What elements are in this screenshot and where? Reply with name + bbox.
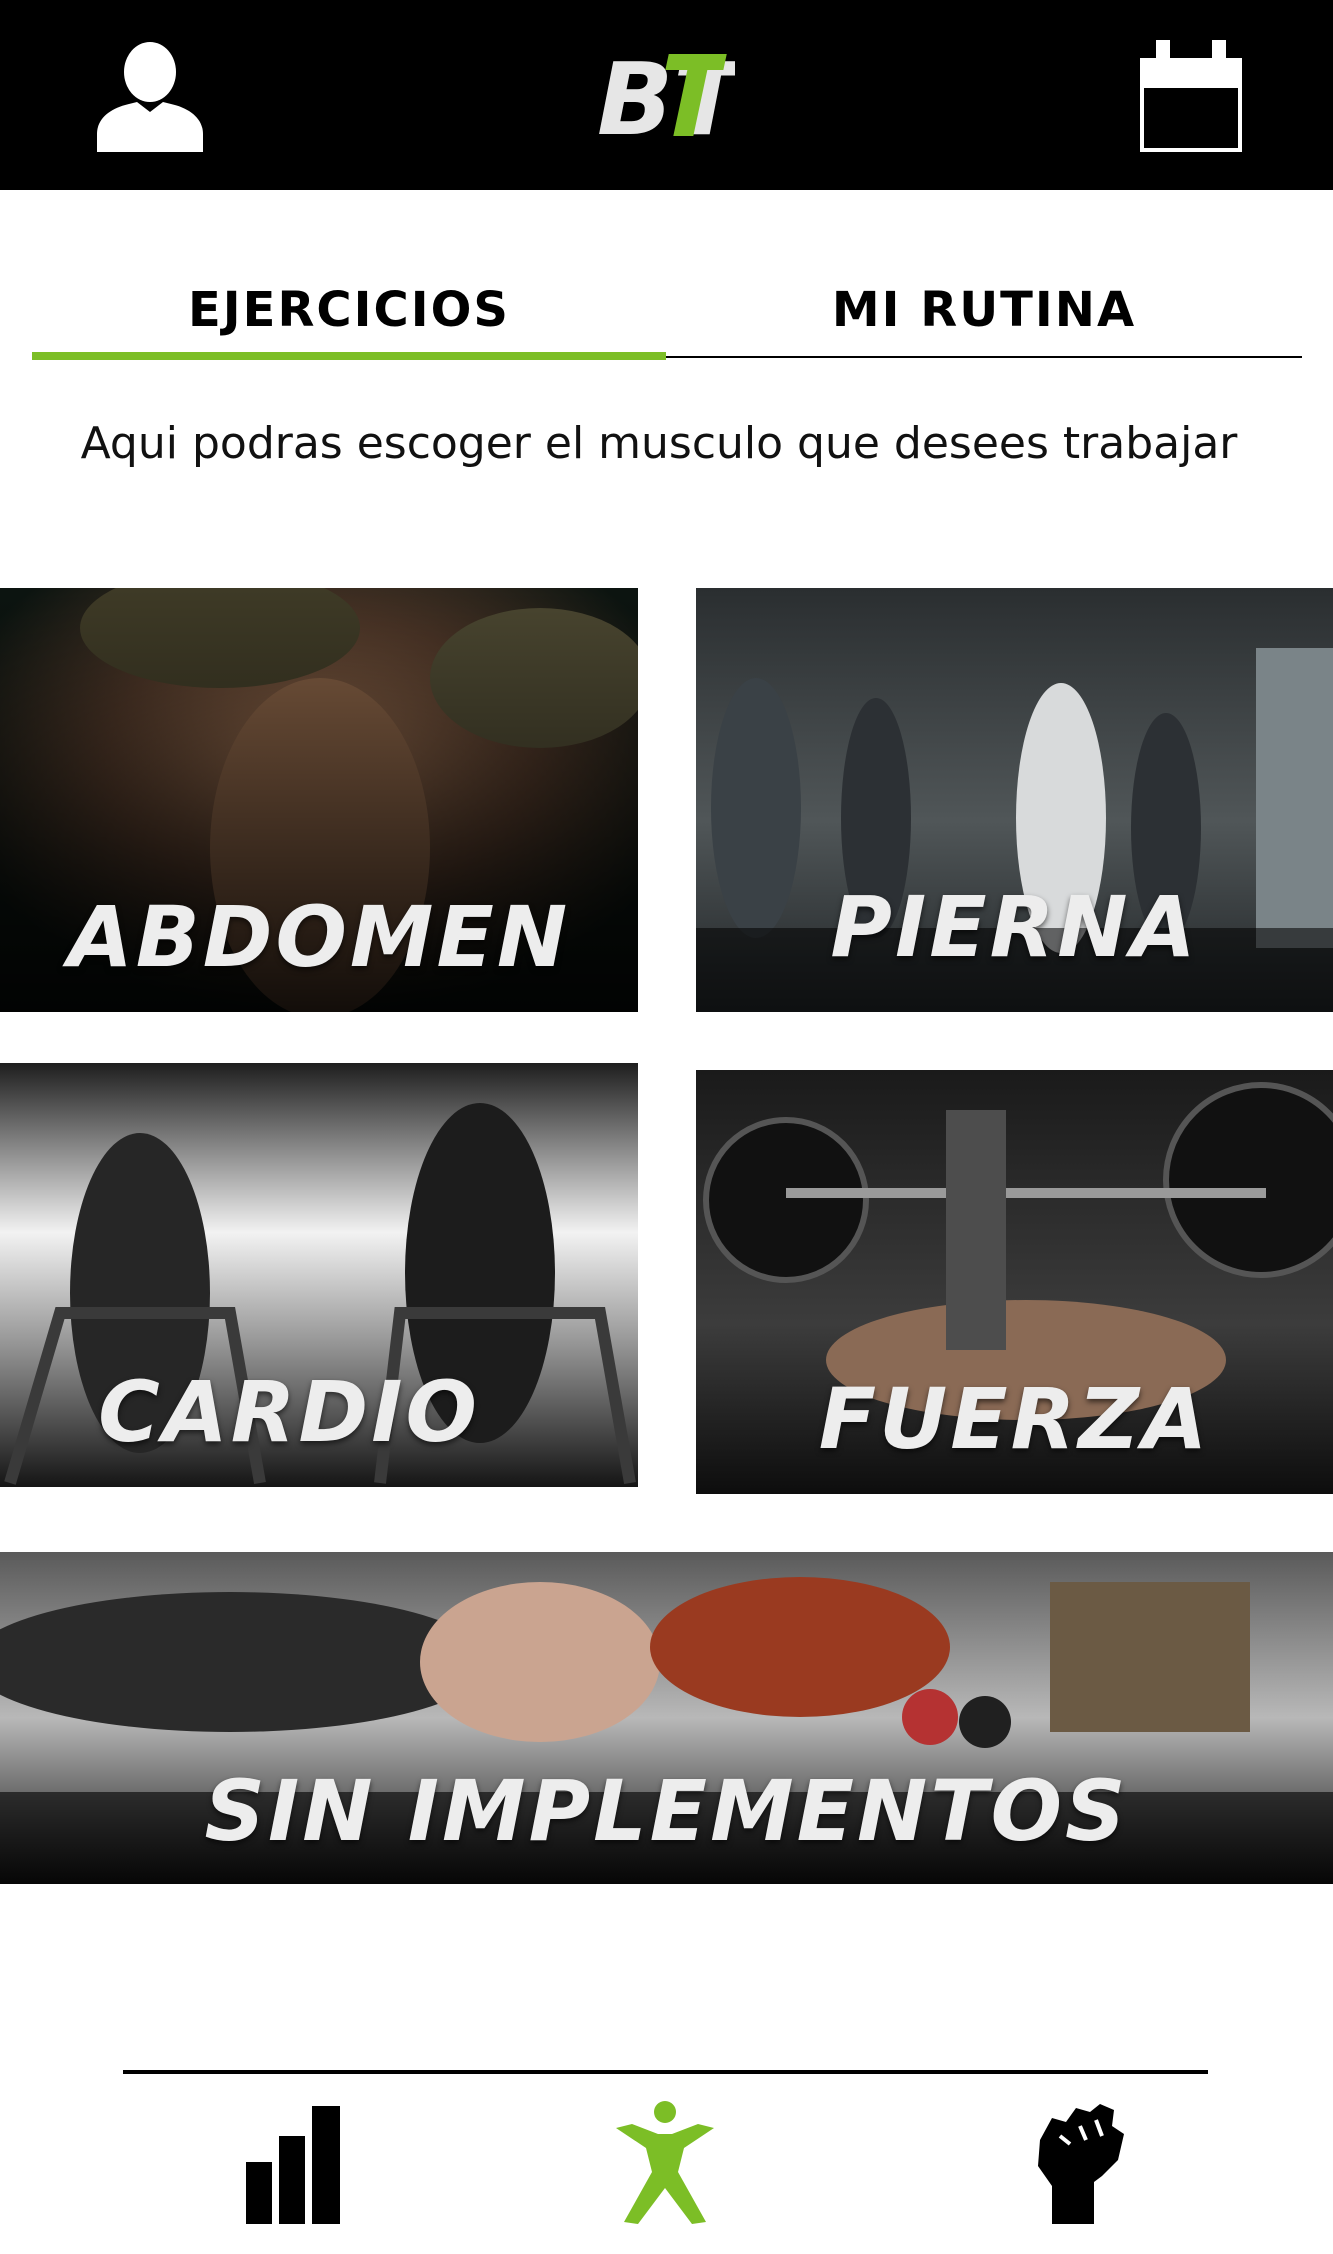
category-label-abdomen: ABDOMEN: [67, 888, 571, 986]
profile-button[interactable]: [93, 38, 207, 152]
category-label-pierna: PIERNA: [830, 878, 1199, 976]
tab-ejercicios[interactable]: EJERCICIOS: [32, 260, 666, 360]
nav-stats-button[interactable]: [242, 2102, 342, 2226]
category-card-sin-implementos[interactable]: SIN IMPLEMENTOS: [0, 1552, 1333, 1884]
nav-exercises-button[interactable]: [612, 2100, 718, 2226]
fist-icon: [1038, 2104, 1124, 2224]
category-card-abdomen[interactable]: ABDOMEN: [0, 588, 638, 1012]
app-logo: BT: [595, 34, 748, 158]
nav-motivation-button[interactable]: [1030, 2100, 1130, 2226]
tab-mi-rutina[interactable]: MI RUTINA: [666, 260, 1302, 360]
calendar-icon: [1140, 40, 1242, 152]
tab-ejercicios-label: EJERCICIOS: [188, 282, 510, 338]
bottom-nav-divider: [123, 2070, 1208, 2074]
category-card-cardio[interactable]: CARDIO: [0, 1063, 638, 1487]
instructions-text: Aqui podras escoger el musculo que desee…: [80, 418, 1238, 469]
category-card-pierna[interactable]: PIERNA: [696, 588, 1333, 1012]
category-label-cardio: CARDIO: [98, 1363, 480, 1461]
category-card-fuerza[interactable]: FUERZA: [696, 1070, 1333, 1494]
active-tab-indicator: [32, 352, 666, 360]
tab-bar: EJERCICIOS MI RUTINA: [32, 260, 1302, 360]
bar-chart-icon: [246, 2106, 340, 2224]
calendar-button[interactable]: [1140, 38, 1242, 152]
app-header: BT: [0, 0, 1333, 190]
exercise-figure-icon: [616, 2101, 714, 2224]
tab-mi-rutina-label: MI RUTINA: [831, 282, 1137, 338]
category-label-sin-implementos: SIN IMPLEMENTOS: [204, 1762, 1129, 1860]
user-icon: [97, 42, 203, 152]
category-label-fuerza: FUERZA: [818, 1370, 1211, 1468]
